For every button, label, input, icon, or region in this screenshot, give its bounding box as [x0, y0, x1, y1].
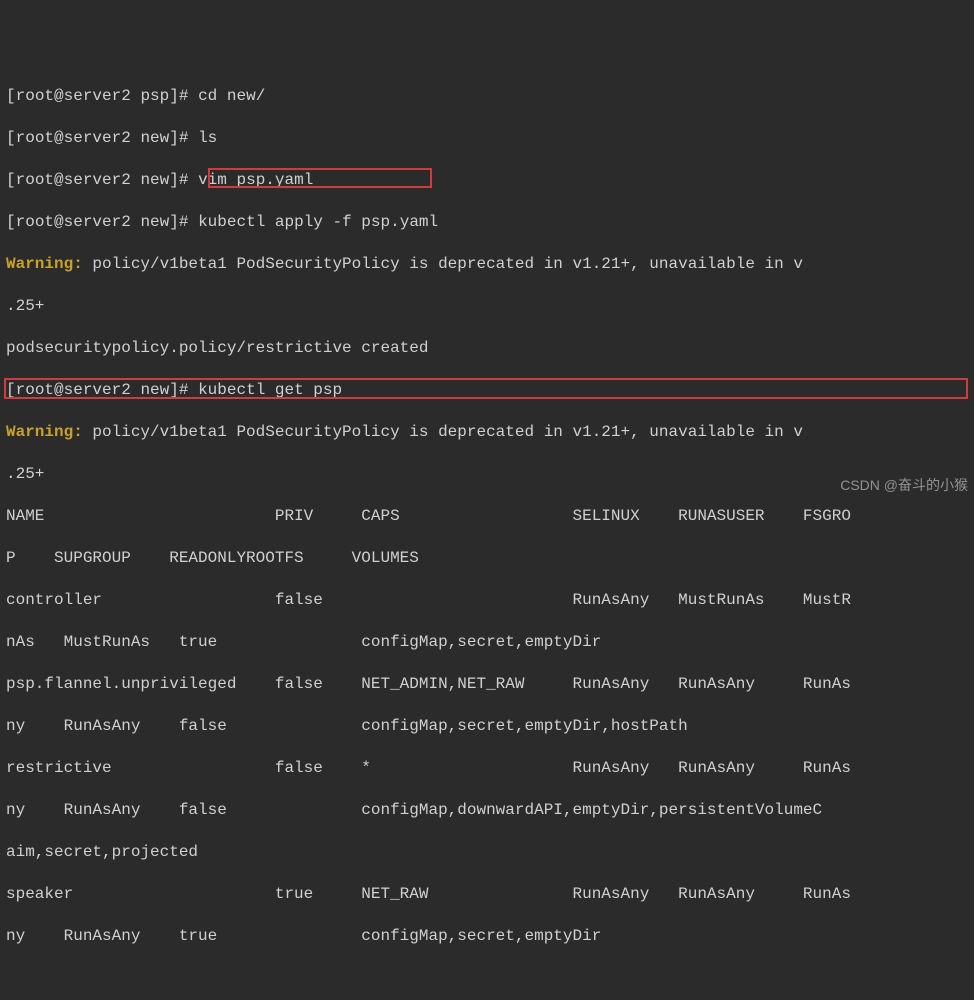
command-input[interactable]: cd new/: [198, 87, 265, 105]
table-row: ny RunAsAny false configMap,secret,empty…: [6, 716, 968, 737]
warning-line-1: Warning: policy/v1beta1 PodSecurityPolic…: [6, 254, 968, 275]
command-input[interactable]: vim psp.yaml: [198, 171, 313, 189]
prompt-line-2: [root@server2 new]# ls: [6, 128, 968, 149]
watermark: CSDN @奋斗的小猴: [840, 475, 968, 496]
warning-line-1b: .25+: [6, 296, 968, 317]
command-input[interactable]: kubectl apply -f psp.yaml: [198, 213, 438, 231]
table-header-2: P SUPGROUP READONLYROOTFS VOLUMES: [6, 548, 968, 569]
table-row: ny RunAsAny true configMap,secret,emptyD…: [6, 926, 968, 947]
created-line: podsecuritypolicy.policy/restrictive cre…: [6, 338, 968, 359]
command-input[interactable]: ls: [198, 129, 217, 147]
prompt-line-1: [root@server2 psp]# cd new/: [6, 86, 968, 107]
table-row: controller false RunAsAny MustRunAs Must…: [6, 590, 968, 611]
table-row: speaker true NET_RAW RunAsAny RunAsAny R…: [6, 884, 968, 905]
command-input[interactable]: kubectl get psp: [198, 381, 342, 399]
table-row: ny RunAsAny false configMap,downwardAPI,…: [6, 800, 968, 821]
prompt-line-5: [root@server2 new]# kubectl get psp: [6, 380, 968, 401]
prompt-line-3: [root@server2 new]# vim psp.yaml: [6, 170, 968, 191]
table-header-1: NAME PRIV CAPS SELINUX RUNASUSER FSGRO: [6, 506, 968, 527]
warning-line-2: Warning: policy/v1beta1 PodSecurityPolic…: [6, 422, 968, 443]
table-row: restrictive false * RunAsAny RunAsAny Ru…: [6, 758, 968, 779]
table-row: nAs MustRunAs true configMap,secret,empt…: [6, 632, 968, 653]
warning-line-2b: .25+: [6, 464, 968, 485]
table-row: psp.flannel.unprivileged false NET_ADMIN…: [6, 674, 968, 695]
table-row: aim,secret,projected: [6, 842, 968, 863]
prompt-line-4: [root@server2 new]# kubectl apply -f psp…: [6, 212, 968, 233]
